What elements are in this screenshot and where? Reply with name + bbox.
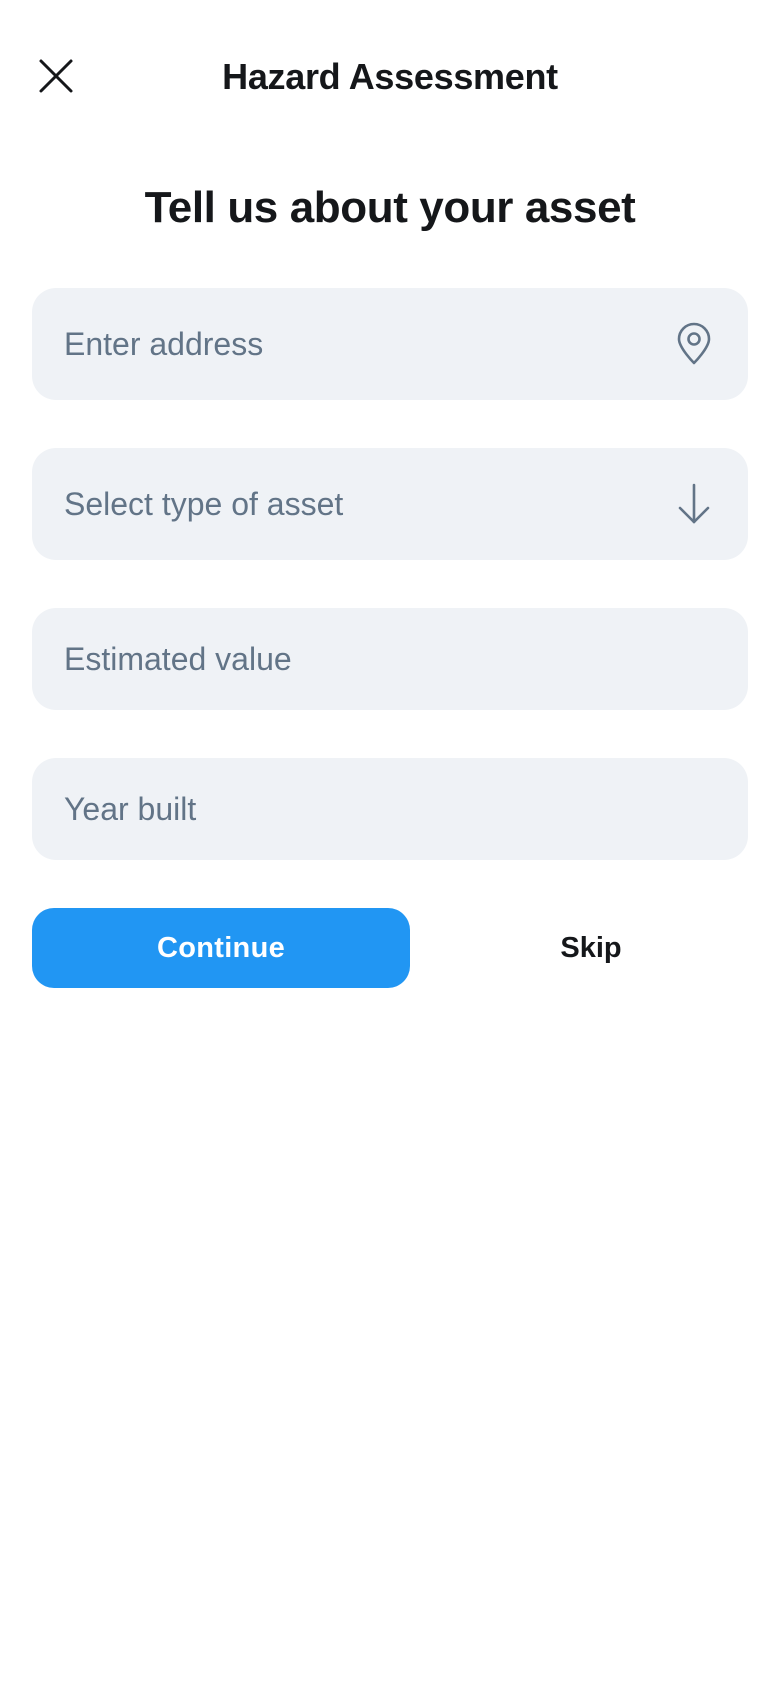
top-bar: Hazard Assessment [0,0,780,160]
asset-type-placeholder: Select type of asset [64,485,344,522]
estimated-value-field[interactable]: Estimated value [32,608,748,710]
skip-button[interactable]: Skip [426,908,756,988]
year-built-field[interactable]: Year built [32,758,748,860]
header-title: Hazard Assessment [222,56,558,97]
address-placeholder: Enter address [64,325,264,362]
continue-button[interactable]: Continue [32,908,410,988]
page-heading: Tell us about your asset [144,183,636,232]
address-field[interactable]: Enter address [32,288,748,400]
map-pin-icon[interactable] [672,322,716,366]
year-built-placeholder: Year built [64,790,197,827]
estimated-value-placeholder: Estimated value [64,640,292,677]
arrow-down-icon [672,482,716,526]
asset-type-select[interactable]: Select type of asset [32,448,748,560]
